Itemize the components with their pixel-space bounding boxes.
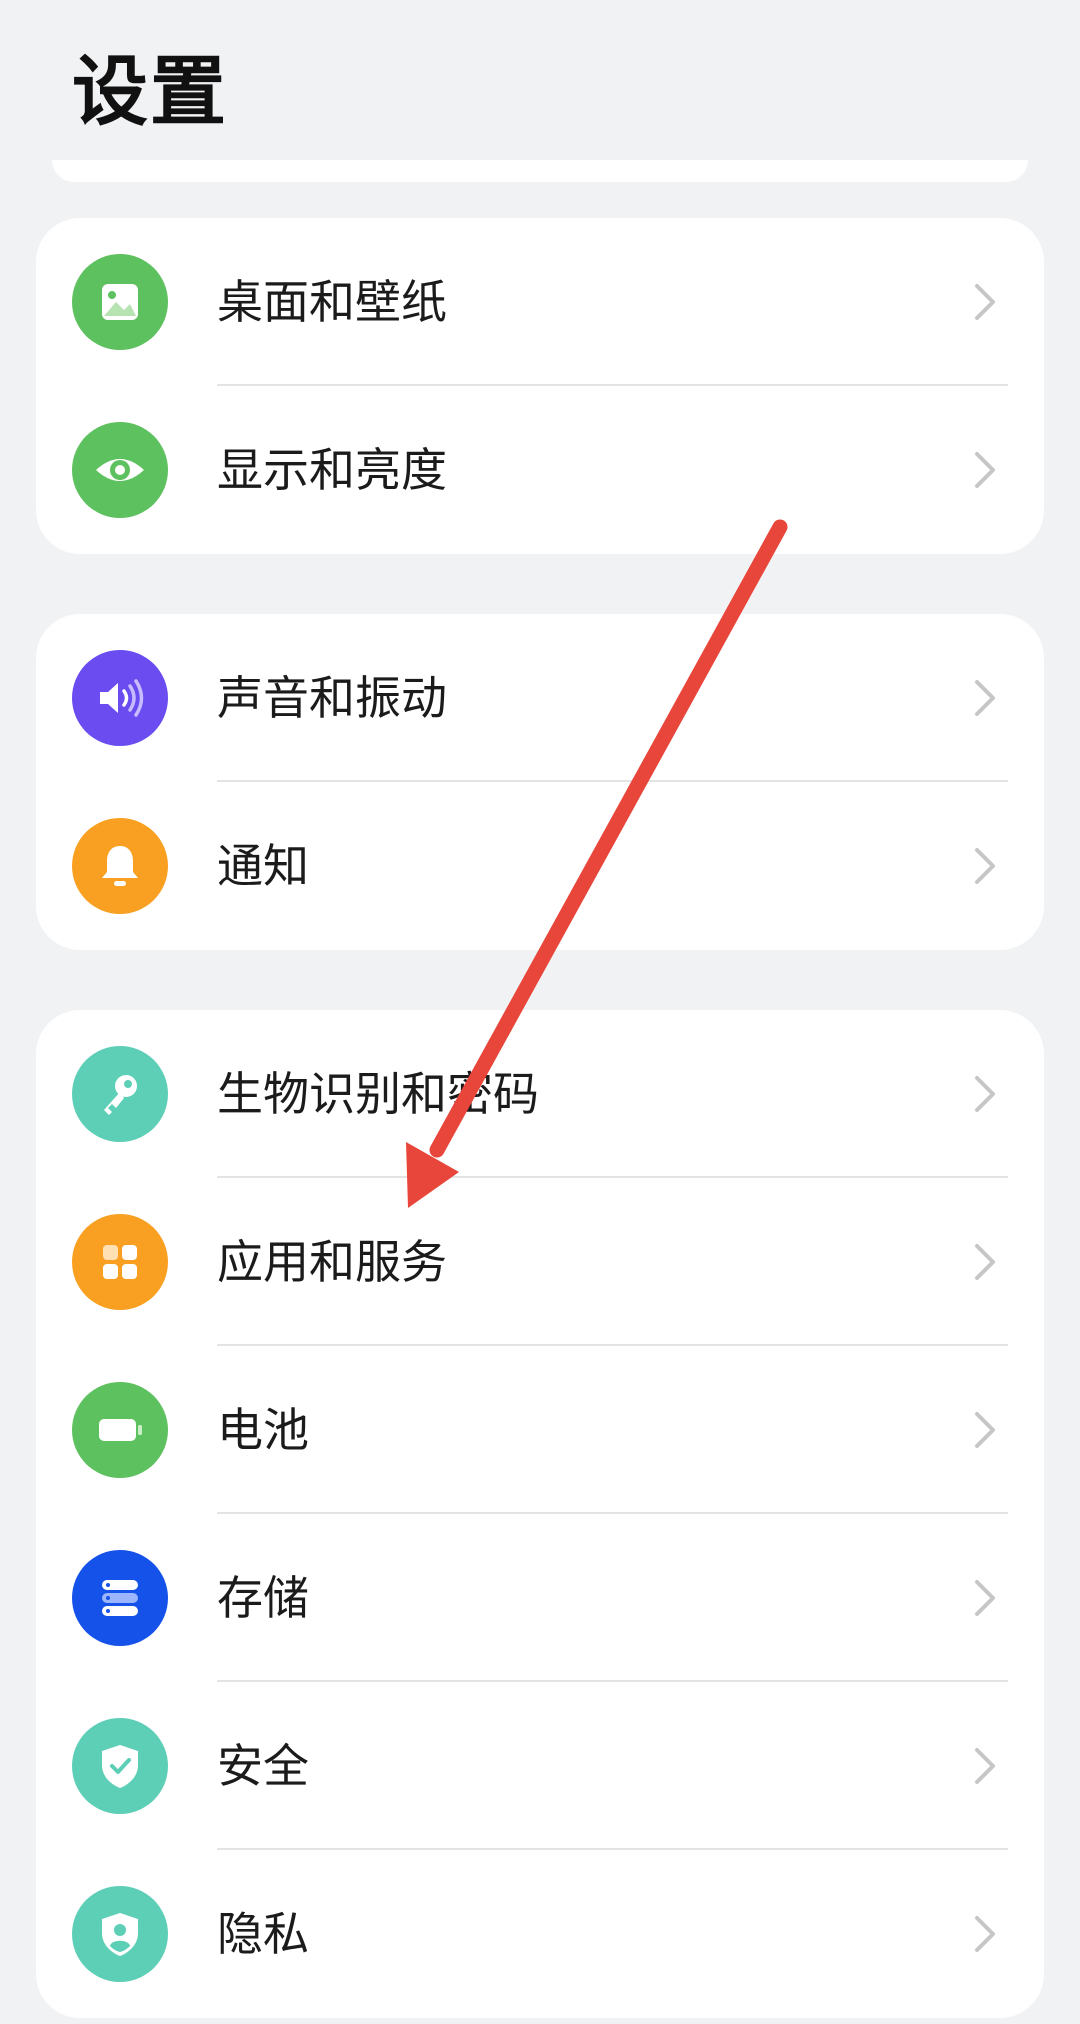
settings-item-label: 隐私 (217, 1907, 309, 1961)
chevron-right-icon (975, 680, 995, 716)
settings-item-label: 应用和服务 (217, 1235, 447, 1289)
privacy-shield-icon (72, 1886, 168, 1982)
chevron-right-icon (975, 452, 995, 488)
page-title: 设置 (72, 47, 228, 136)
key-icon (72, 1046, 168, 1142)
settings-item-label: 安全 (217, 1739, 309, 1793)
settings-item-label: 电池 (217, 1403, 309, 1457)
chevron-right-icon (975, 1580, 995, 1616)
apps-grid-icon (72, 1214, 168, 1310)
settings-group-display: 桌面和壁纸 显示和亮度 (36, 218, 1044, 554)
chevron-right-icon (975, 1412, 995, 1448)
settings-item-label: 显示和亮度 (217, 443, 447, 497)
settings-item-display[interactable]: 显示和亮度 (36, 386, 1044, 554)
settings-group-system: 生物识别和密码 应用和服务 电池 存储 安全 隐私 (36, 1010, 1044, 2018)
settings-item-notifications[interactable]: 通知 (36, 782, 1044, 950)
chevron-right-icon (975, 848, 995, 884)
settings-item-label: 存储 (217, 1571, 309, 1625)
chevron-right-icon (975, 1076, 995, 1112)
battery-icon (72, 1382, 168, 1478)
settings-item-label: 生物识别和密码 (217, 1067, 539, 1121)
storage-icon (72, 1550, 168, 1646)
eye-icon (72, 422, 168, 518)
settings-item-privacy[interactable]: 隐私 (36, 1850, 1044, 2018)
settings-item-label: 声音和振动 (217, 671, 447, 725)
bell-icon (72, 818, 168, 914)
wallpaper-icon (72, 254, 168, 350)
chevron-right-icon (975, 1748, 995, 1784)
settings-group-sound: 声音和振动 通知 (36, 614, 1044, 950)
settings-item-label: 通知 (217, 839, 309, 893)
settings-item-biometrics[interactable]: 生物识别和密码 (36, 1010, 1044, 1178)
settings-item-apps[interactable]: 应用和服务 (36, 1178, 1044, 1346)
chevron-right-icon (975, 1244, 995, 1280)
chevron-right-icon (975, 284, 995, 320)
settings-item-security[interactable]: 安全 (36, 1682, 1044, 1850)
speaker-icon (72, 650, 168, 746)
settings-item-label: 桌面和壁纸 (217, 275, 447, 329)
settings-item-battery[interactable]: 电池 (36, 1346, 1044, 1514)
chevron-right-icon (975, 1916, 995, 1952)
settings-item-wallpaper[interactable]: 桌面和壁纸 (36, 218, 1044, 386)
search-card-peek[interactable] (52, 160, 1028, 182)
settings-item-sound[interactable]: 声音和振动 (36, 614, 1044, 782)
shield-check-icon (72, 1718, 168, 1814)
settings-page: 设置 桌面和壁纸 显示和亮度 声音和振动 通知 生物识别和密码 应用和服务 电池… (0, 0, 1080, 2024)
settings-item-storage[interactable]: 存储 (36, 1514, 1044, 1682)
